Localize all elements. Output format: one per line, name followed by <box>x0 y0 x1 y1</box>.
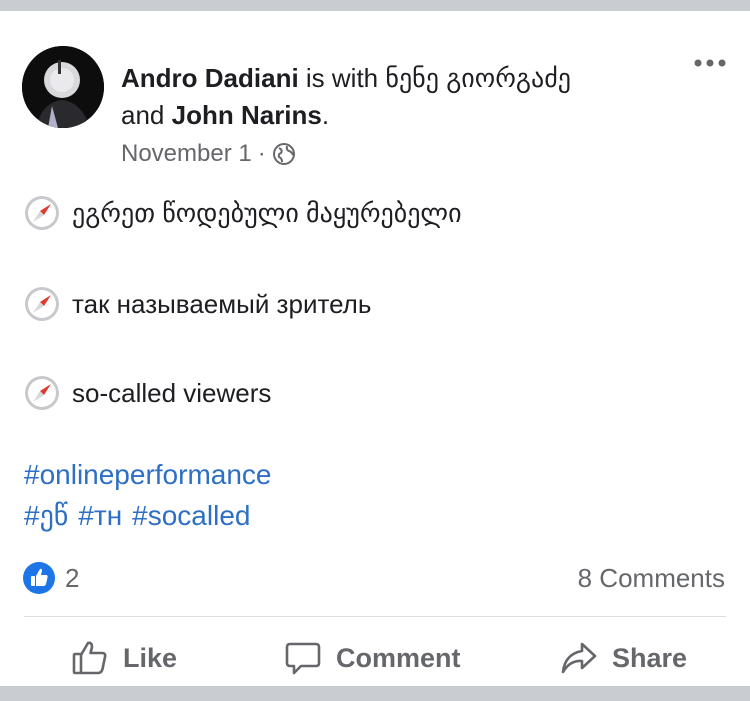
period: . <box>321 100 330 130</box>
like-button[interactable]: Like <box>71 636 177 680</box>
and-text: and <box>121 100 165 130</box>
share-arrow-icon <box>561 642 597 674</box>
like-label: Like <box>123 642 178 673</box>
share-button[interactable]: Share <box>560 636 687 680</box>
post-text: так называемый зритель <box>72 289 372 319</box>
globe-icon <box>272 142 296 166</box>
meta-separator: · <box>257 140 266 167</box>
post-header-line-1: Andro Dadiani is with ნენე გიორგაძე <box>121 60 571 96</box>
tagged-user-2[interactable]: John Narins <box>172 100 322 130</box>
hashtag-line: #ეწ #тн #socalled <box>24 497 260 535</box>
hashtag-socalled[interactable]: #socalled <box>132 500 250 531</box>
avatar[interactable] <box>22 46 104 128</box>
post-text-line: так называемый зритель <box>24 286 371 322</box>
post-text-line: ეგრეთ წოდებული მაყურებელი <box>24 195 462 231</box>
ellipsis-icon[interactable] <box>693 56 727 70</box>
thumbs-up-icon <box>72 641 107 675</box>
post-text: ეგრეთ წოდებული მაყურებელი <box>72 198 462 228</box>
divider <box>24 616 726 617</box>
hashtag-tn[interactable]: #тн <box>78 500 122 531</box>
comment-button[interactable]: Comment <box>284 636 461 680</box>
tagged-user-1[interactable]: ნენე გიორგაძე <box>385 63 571 93</box>
post-header-line-2: and John Narins. <box>121 97 329 133</box>
author-name[interactable]: Andro Dadiani <box>121 63 299 93</box>
compass-icon <box>25 376 59 410</box>
post-meta: November 1 · <box>121 138 296 170</box>
like-count[interactable]: 2 <box>65 560 79 596</box>
like-reaction-icon[interactable] <box>23 562 55 594</box>
comment-bubble-icon <box>285 642 321 675</box>
with-text: is with <box>305 63 379 93</box>
compass-icon <box>25 287 59 321</box>
post-text: so-called viewers <box>72 378 272 408</box>
post-date[interactable]: November 1 <box>121 138 252 170</box>
comment-label: Comment <box>336 642 461 673</box>
hashtag-onlineperformance[interactable]: #onlineperformance <box>24 456 272 494</box>
post-card: Andro Dadiani is with ნენე გიორგაძე and … <box>0 11 750 686</box>
hashtag-ec[interactable]: #ეწ <box>24 500 68 531</box>
comments-count[interactable]: 8 Comments <box>578 560 725 596</box>
post-text-line: so-called viewers <box>24 375 271 411</box>
share-label: Share <box>612 642 688 673</box>
compass-icon <box>25 196 59 230</box>
